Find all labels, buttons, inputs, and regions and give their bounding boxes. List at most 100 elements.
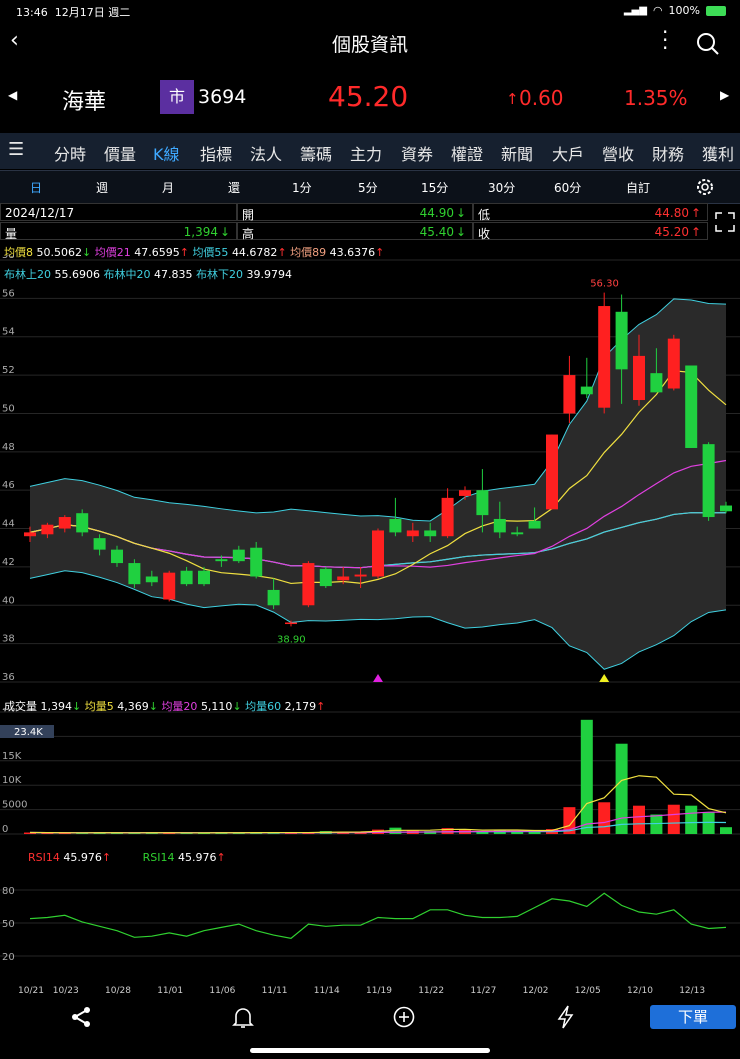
rsi-chart[interactable]: 20 50 80 10/21 10/23 10/28 11/01 11/06 11/11 11/1… [0,868,740,998]
status-time-date: 13:46 12月17日 週二 [16,4,130,20]
rsi-green: RSI14 45.976↑ [143,851,226,864]
open-dir: ↓ [455,206,466,220]
tab-10[interactable]: 大戶 [552,141,584,165]
x-tick-label: 10/21 [18,986,44,996]
period-7[interactable]: 30分 [488,179,515,196]
rsi-red: RSI14 45.976↑ [28,851,111,864]
y-tick-label: 48 [2,442,15,453]
y-tick-label: 0 [2,824,8,835]
candle-body [441,497,454,537]
x-tick-label: 11/14 [314,986,340,996]
volume-chart[interactable]: 0500010K15K20K25K23.4K [0,708,740,838]
period-9[interactable]: 自訂 [626,179,650,196]
candle-body [598,306,611,408]
tab-9[interactable]: 新聞 [501,141,533,165]
y-tick-label: 44 [2,519,15,530]
tab-sort-icon[interactable]: ☰ [8,139,24,160]
stock-price: 45.20 [328,80,409,113]
add-circle-icon[interactable] [393,1006,415,1028]
x-tick-label: 11/22 [418,986,444,996]
signal-icon: ▂▄▆ [623,5,647,16]
info-date-cell: 2024/12/17 [0,203,237,221]
next-stock-icon[interactable]: ▶ [720,88,729,102]
tab-2[interactable]: K線 [153,141,180,165]
tab-12[interactable]: 財務 [652,141,684,165]
vol-label: 量 [5,227,18,241]
tab-3[interactable]: 指標 [200,141,232,165]
candle-body [511,532,524,535]
share-icon[interactable] [70,1006,92,1028]
rsi-green-value: 45.976 [177,851,217,864]
candle-body [302,563,315,606]
vol-value: 1,394 [183,225,218,239]
order-button[interactable]: 下單 [650,1005,736,1029]
tab-11[interactable]: 營收 [602,141,634,165]
search-icon[interactable] [696,32,720,56]
candle-body [685,365,698,448]
candle-body [93,538,106,550]
period-4[interactable]: 1分 [292,179,312,196]
info-vol-cell: 量 1,394 ↓ [0,222,237,241]
tab-8[interactable]: 權證 [451,141,483,165]
tab-13[interactable]: 獲利 [702,141,734,165]
close-value: 45.20 [654,225,689,239]
tab-7[interactable]: 資券 [401,141,433,165]
candle-body [354,574,367,577]
prev-stock-icon[interactable]: ◀ [8,88,17,102]
candle-body [528,520,541,529]
tab-6[interactable]: 主力 [350,141,382,165]
y-tick-label: 42 [2,557,15,568]
home-indicator [250,1048,490,1053]
stock-code: 3694 [198,86,247,108]
candle-body [111,549,123,564]
fullscreen-icon[interactable] [714,211,736,233]
candle-body [319,568,332,587]
y-tick-label: 15K [2,751,22,762]
settings-gear-icon[interactable] [694,176,716,198]
candlestick-chart[interactable]: 36 38 40 42 44 46 48 50 52 54 56 58 56.30 38.90 [0,255,740,685]
rsi-red-label: RSI14 [28,851,60,864]
period-2[interactable]: 月 [162,179,174,196]
volume-bar [720,827,732,834]
candle-body [198,570,210,585]
tab-1[interactable]: 價量 [104,141,136,165]
period-6[interactable]: 15分 [421,179,448,196]
candle-body [372,530,384,577]
candle-body [476,490,489,516]
candle-body [232,549,245,562]
period-1[interactable]: 週 [96,179,108,196]
period-8[interactable]: 60分 [554,179,581,196]
wifi-icon: ◠ [652,4,663,17]
tab-0[interactable]: 分時 [54,141,86,165]
tab-5[interactable]: 籌碼 [300,141,332,165]
bell-icon[interactable] [232,1006,254,1030]
period-3[interactable]: 還 [228,179,240,196]
tab-4[interactable]: 法人 [250,141,282,165]
y-tick-label: 52 [2,365,15,376]
more-icon[interactable]: · · · [662,22,668,58]
close-label: 收 [478,227,491,241]
candle-body [667,338,680,389]
status-bar: 13:46 12月17日 週二 ▂▄▆ ◠ 100% [0,0,740,22]
quote-row: ◀ 海華 市 3694 45.20 ↑ 0.60 1.35% ▶ [0,70,740,126]
period-0[interactable]: 日 [30,179,42,196]
y-tick-label: 36 [2,672,15,683]
candle-body [633,355,645,401]
x-tick-label: 10/28 [105,986,131,996]
stock-change: 0.60 [519,86,564,110]
y-tick-label: 40 [2,595,15,606]
candle-body [580,386,593,395]
lightning-icon[interactable] [556,1004,576,1030]
candle-body [58,517,71,529]
period-5[interactable]: 5分 [358,179,378,196]
x-tick-label: 10/23 [53,986,79,996]
candle-body [128,563,141,585]
period-selector: 日 週 月 還 1分 5分 15分 30分 60分 自訂 [0,170,740,204]
candle-body [337,576,350,581]
rsi-line [29,892,727,940]
low-value: 44.80 [654,206,689,220]
rsi-legend: RSI14 45.976↑ RSI14 45.976↑ [28,851,226,864]
signal-marker-purple [373,674,383,682]
y-tick-label: 50 [2,403,15,414]
info-open-cell: 開 44.90 ↓ [237,203,473,222]
